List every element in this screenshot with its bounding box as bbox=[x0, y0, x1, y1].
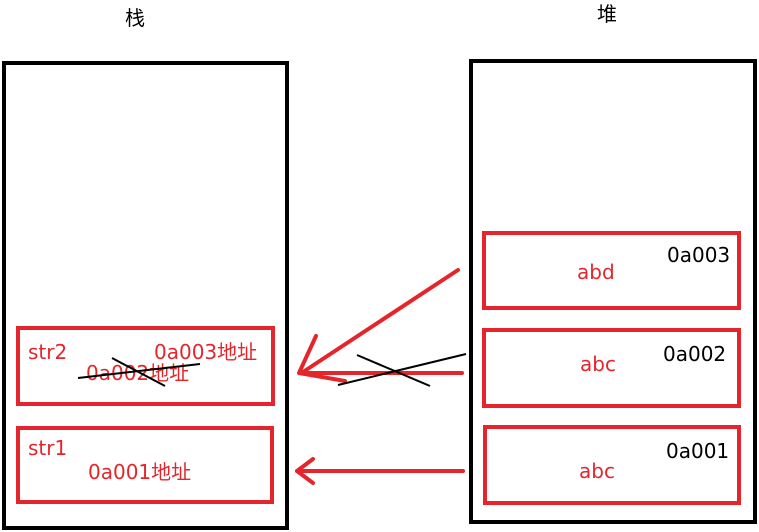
old-reference-cross bbox=[337, 353, 467, 387]
reference-arrows-layer bbox=[77, 268, 467, 485]
arrow-0a001-to-str1 bbox=[295, 457, 465, 485]
old-address-strike bbox=[77, 357, 201, 387]
